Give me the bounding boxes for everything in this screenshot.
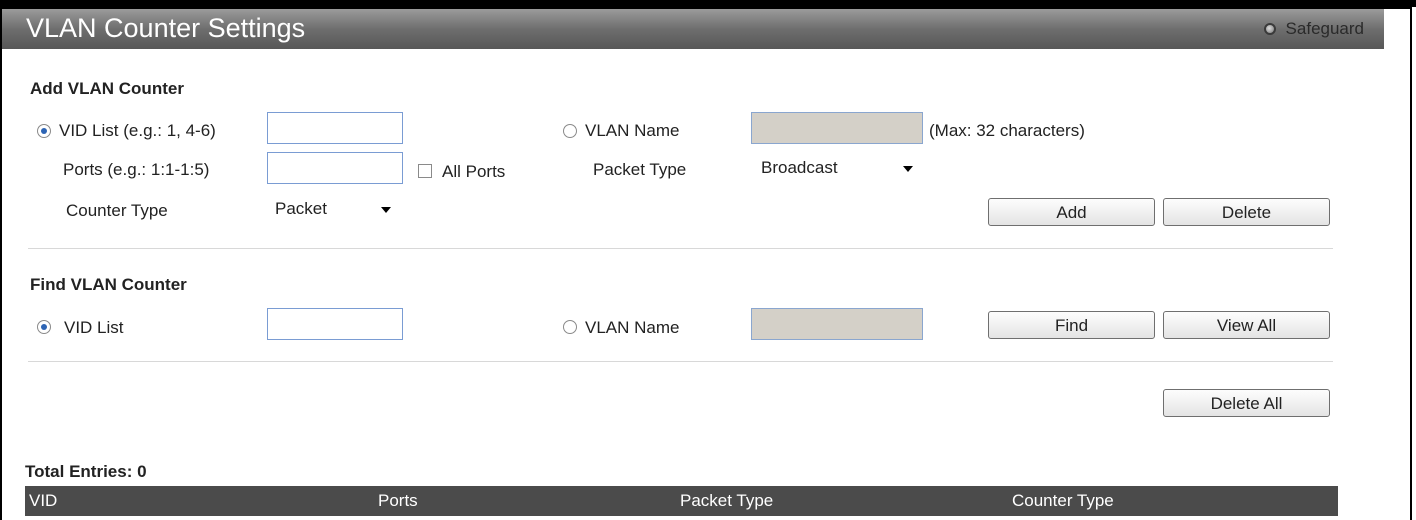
delete-all-button[interactable]: Delete All bbox=[1163, 389, 1330, 417]
packet-type-select[interactable]: Broadcast bbox=[753, 152, 923, 184]
find-vlan-name-input[interactable] bbox=[751, 308, 923, 340]
counter-type-select[interactable]: Packet bbox=[267, 193, 401, 225]
add-section-title: Add VLAN Counter bbox=[30, 79, 184, 98]
counter-type-label: Counter Type bbox=[66, 201, 168, 220]
column-header-counter-type: Counter Type bbox=[1012, 491, 1114, 510]
page: VLAN Counter Settings Safeguard Add VLAN… bbox=[0, 0, 1416, 520]
column-header-packet-type: Packet Type bbox=[680, 491, 774, 510]
safeguard-label: Safeguard bbox=[1285, 19, 1364, 38]
title-bar: VLAN Counter Settings Safeguard bbox=[2, 9, 1384, 49]
add-vlan-name-radio[interactable] bbox=[563, 124, 577, 138]
total-entries: Total Entries: 0 bbox=[25, 462, 147, 481]
ports-label: Ports (e.g.: 1:1-1:5) bbox=[63, 160, 210, 179]
add-vid-list-radio[interactable] bbox=[37, 124, 51, 138]
find-vid-list-radio[interactable] bbox=[37, 320, 51, 334]
packet-type-value: Broadcast bbox=[761, 158, 838, 177]
column-header-vid: VID bbox=[29, 491, 58, 510]
add-vlan-name-label: VLAN Name bbox=[585, 121, 680, 140]
chevron-down-icon bbox=[903, 166, 913, 172]
all-ports-label: All Ports bbox=[442, 162, 506, 181]
find-vlan-name-label: VLAN Name bbox=[585, 318, 680, 337]
view-all-button[interactable]: View All bbox=[1163, 311, 1330, 339]
table-header: VID Ports Packet Type Counter Type bbox=[25, 486, 1338, 516]
find-vlan-name-radio[interactable] bbox=[563, 320, 577, 334]
find-section-title: Find VLAN Counter bbox=[30, 275, 187, 294]
section-divider bbox=[28, 361, 1333, 362]
find-vid-list-input[interactable] bbox=[267, 308, 403, 340]
add-vid-list-input[interactable] bbox=[267, 112, 403, 144]
ports-input[interactable] bbox=[267, 152, 403, 184]
column-header-ports: Ports bbox=[378, 491, 418, 510]
content-frame bbox=[0, 7, 1412, 520]
safeguard-icon bbox=[1263, 23, 1276, 35]
vlan-name-hint: (Max: 32 characters) bbox=[929, 121, 1085, 140]
safeguard-indicator: Safeguard bbox=[1263, 9, 1364, 49]
delete-button[interactable]: Delete bbox=[1163, 198, 1330, 226]
find-vid-list-label: VID List bbox=[64, 318, 124, 337]
counter-type-value: Packet bbox=[275, 199, 327, 218]
page-title: VLAN Counter Settings bbox=[26, 13, 306, 43]
find-button[interactable]: Find bbox=[988, 311, 1155, 339]
all-ports-checkbox[interactable] bbox=[418, 164, 432, 178]
packet-type-label: Packet Type bbox=[593, 160, 687, 179]
top-border bbox=[0, 0, 1416, 7]
chevron-down-icon bbox=[381, 207, 391, 213]
add-button[interactable]: Add bbox=[988, 198, 1155, 226]
add-vlan-name-input[interactable] bbox=[751, 112, 923, 144]
section-divider bbox=[28, 248, 1333, 249]
add-vid-list-label: VID List (e.g.: 1, 4-6) bbox=[59, 121, 216, 140]
